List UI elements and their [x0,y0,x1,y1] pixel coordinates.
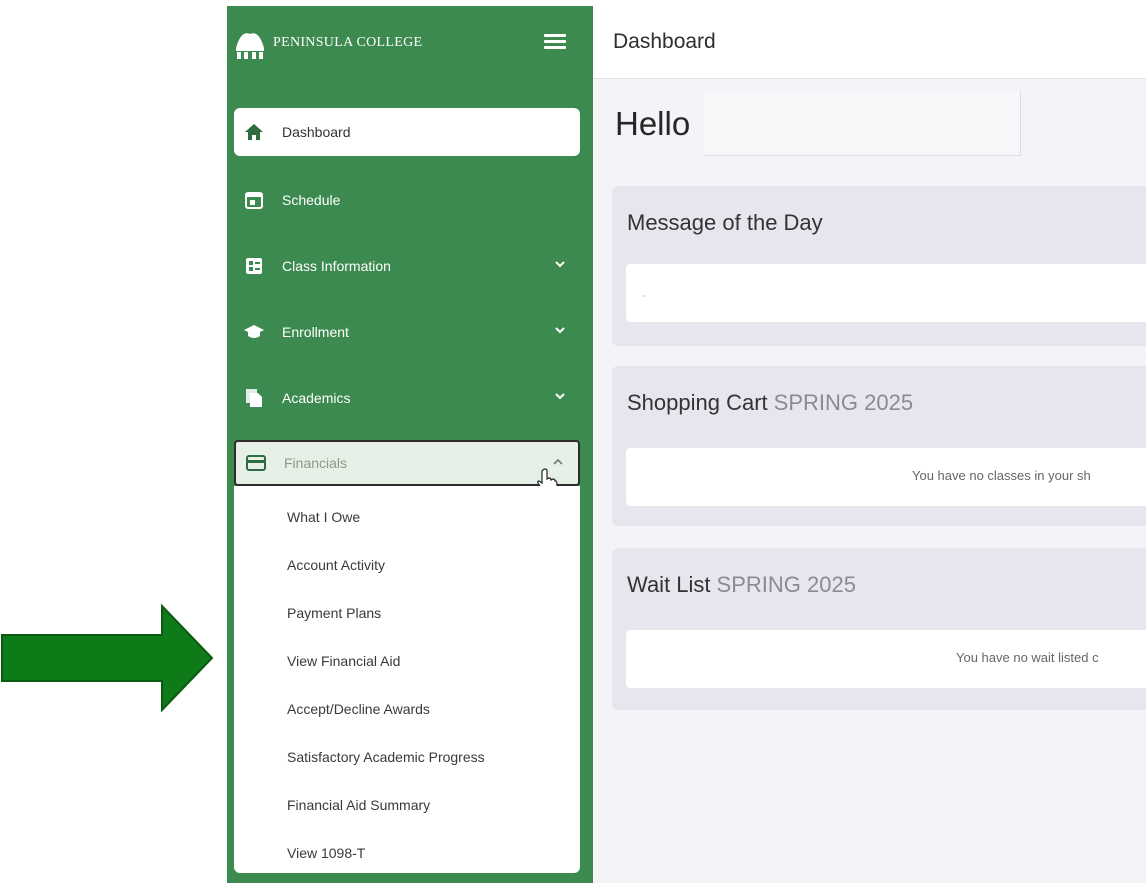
documents-icon [240,388,268,408]
card-body: You have no classes in your sh [626,448,1146,506]
submenu-item-accept-decline-awards[interactable]: Accept/Decline Awards [287,701,430,717]
calendar-icon [240,191,268,209]
sidebar: PENINSULA COLLEGE Dashboard Schedule Cla… [227,6,593,883]
chevron-down-icon [555,327,565,334]
chevron-up-icon [553,458,563,465]
greeting: Hello [615,105,691,142]
sidebar-item-class-information[interactable]: Class Information [234,242,580,290]
submenu-item-view-financial-aid[interactable]: View Financial Aid [287,653,400,669]
submenu-item-satisfactory-academic-progress[interactable]: Satisfactory Academic Progress [287,749,485,765]
wait-list-card: Wait List SPRING 2025 You have no wait li… [612,548,1146,710]
term-label: SPRING 2025 [716,572,856,597]
top-bar: Dashboard [593,6,1146,79]
right-arrow-icon [1,603,214,713]
sidebar-item-label: Schedule [282,192,341,208]
sidebar-item-label: Class Information [282,258,391,274]
shopping-cart-card: Shopping Cart SPRING 2025 You have no cla… [612,366,1146,526]
home-icon [240,124,268,140]
sidebar-item-schedule[interactable]: Schedule [234,176,580,224]
message-of-the-day-card: Message of the Day - [612,186,1146,346]
term-label: SPRING 2025 [773,390,914,415]
empty-message: You have no wait listed c [956,650,1099,665]
sidebar-item-academics[interactable]: Academics [234,374,580,422]
submenu-item-what-i-owe[interactable]: What I Owe [287,509,360,525]
submenu-item-payment-plans[interactable]: Payment Plans [287,605,381,621]
card-body: You have no wait listed c [626,630,1146,688]
message-text: - [642,288,646,302]
card-title-text: Shopping Cart [627,390,768,415]
page-title: Dashboard [613,30,716,53]
brand-name: PENINSULA COLLEGE [273,35,423,50]
sidebar-item-enrollment[interactable]: Enrollment [234,308,580,356]
submenu-item-view-1098-t[interactable]: View 1098-T [287,845,365,861]
sidebar-item-label: Academics [282,390,351,406]
submenu-item-account-activity[interactable]: Account Activity [287,557,385,573]
sidebar-item-label: Dashboard [282,124,351,140]
chevron-down-icon [555,393,565,400]
card-title: Wait List SPRING 2025 [627,572,856,598]
sidebar-item-label: Financials [284,455,348,471]
class-info-icon [240,257,268,275]
submenu-item-financial-aid-summary[interactable]: Financial Aid Summary [287,797,430,813]
credit-card-icon [242,455,270,471]
card-title: Shopping Cart SPRING 2025 [627,390,913,416]
empty-message: You have no classes in your sh [912,468,1091,483]
sidebar-item-label: Enrollment [282,324,349,340]
chevron-down-icon [555,261,565,268]
hamburger-icon[interactable] [544,34,566,50]
graduation-cap-icon [240,324,268,340]
college-logo-icon [233,26,267,60]
card-body: - [626,264,1146,322]
brand[interactable]: PENINSULA COLLEGE [233,26,422,60]
card-title-text: Wait List [627,572,711,597]
financials-submenu: What I Owe Account Activity Payment Plan… [234,486,580,873]
card-title: Message of the Day [627,210,823,235]
sidebar-item-dashboard[interactable]: Dashboard [234,108,580,156]
user-name-field [704,91,1021,156]
main-content: Hello Message of the Day - Shopping Cart… [593,79,1146,883]
sidebar-item-financials[interactable]: Financials [234,440,580,494]
